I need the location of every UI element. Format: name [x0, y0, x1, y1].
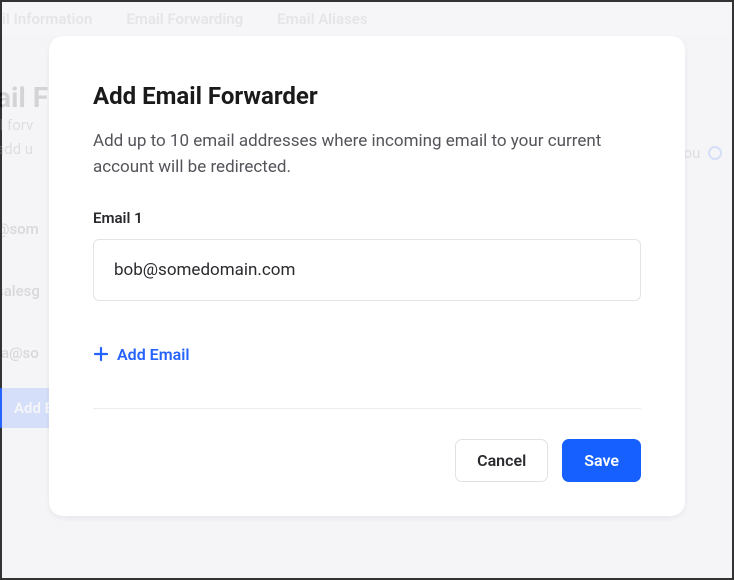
- cancel-button[interactable]: Cancel: [455, 439, 548, 482]
- add-email-label: Add Email: [117, 345, 190, 364]
- email-1-label: Email 1: [93, 209, 641, 227]
- modal-description: Add up to 10 email addresses where incom…: [93, 128, 613, 181]
- add-email-button[interactable]: Add Email: [93, 345, 190, 364]
- add-email-forwarder-modal: Add Email Forwarder Add up to 10 email a…: [49, 36, 685, 516]
- divider: [93, 408, 641, 409]
- plus-icon: [93, 346, 109, 362]
- email-1-input[interactable]: [93, 239, 641, 301]
- modal-actions: Cancel Save: [93, 439, 641, 482]
- save-button[interactable]: Save: [562, 439, 641, 482]
- modal-title: Add Email Forwarder: [93, 82, 641, 110]
- modal-overlay: Add Email Forwarder Add up to 10 email a…: [2, 2, 732, 578]
